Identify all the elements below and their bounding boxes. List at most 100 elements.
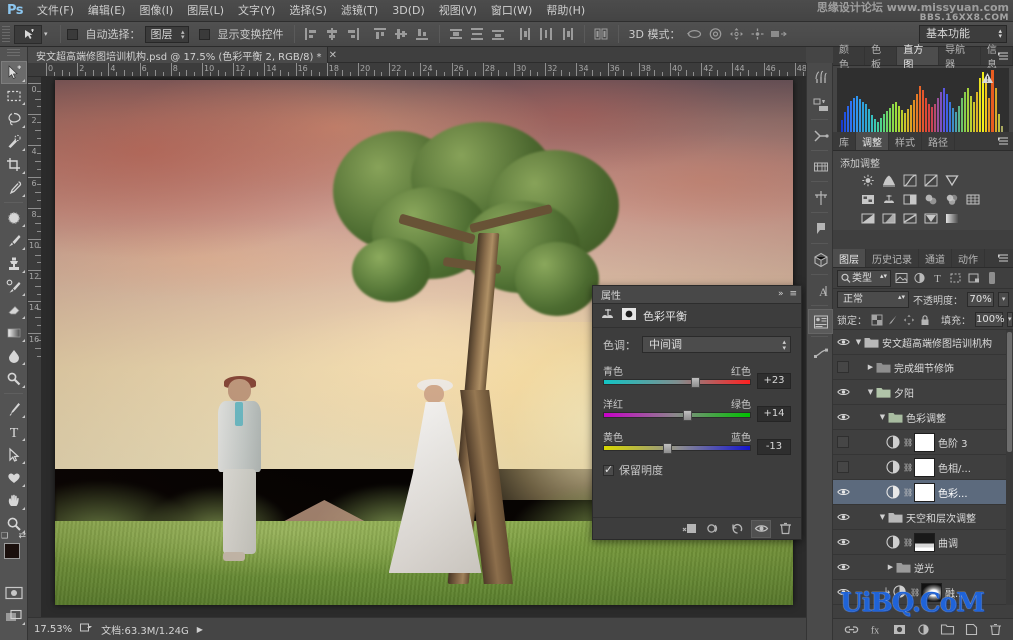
tab-actions[interactable]: 动作	[952, 249, 985, 267]
layer-visibility-toggle[interactable]	[833, 355, 853, 380]
status-menu-arrow-icon[interactable]: ▶	[197, 625, 203, 634]
exposure-icon[interactable]	[922, 173, 939, 188]
history-brush-tool[interactable]	[1, 275, 27, 298]
document-tab[interactable]: 安文超高端修图培训机构.psd @ 17.5% (色彩平衡 2, RGB/8) …	[28, 47, 328, 63]
menu-edit[interactable]: 编辑(E)	[81, 0, 133, 22]
collapse-panel-icon[interactable]: »	[778, 289, 784, 299]
preserve-luminosity-row[interactable]: 保留明度	[603, 462, 791, 478]
new-group-button[interactable]	[939, 622, 955, 638]
blur-tool[interactable]	[1, 344, 27, 367]
black-white-icon[interactable]	[901, 192, 918, 207]
tab-layers[interactable]: 图层	[833, 249, 866, 267]
filter-shape-layers-icon[interactable]	[948, 271, 963, 286]
clip-to-layer-button[interactable]	[679, 520, 699, 538]
gradient-tool[interactable]	[1, 321, 27, 344]
tool-presets-panel-icon[interactable]	[808, 123, 833, 148]
yellow-blue-value[interactable]: -13	[757, 439, 791, 455]
rectangular-marquee-tool[interactable]	[1, 84, 27, 107]
custom-shape-tool[interactable]	[1, 466, 27, 489]
menu-window[interactable]: 窗口(W)	[484, 0, 539, 22]
curves-icon[interactable]	[901, 173, 918, 188]
add-mask-button[interactable]	[891, 622, 907, 638]
lock-position-icon[interactable]	[903, 313, 915, 327]
link-mask-icon[interactable]: ⛓	[903, 488, 912, 497]
table-row[interactable]: ⛓ 色相/...	[833, 455, 1013, 480]
distribute-right-edges-icon[interactable]	[558, 25, 577, 44]
screen-mode-status-icon[interactable]	[80, 622, 93, 636]
table-row[interactable]: ▶ 完成细节修饰	[833, 355, 1013, 380]
menu-type[interactable]: 文字(Y)	[231, 0, 282, 22]
distribute-vertical-centers-icon[interactable]	[468, 25, 487, 44]
link-layers-button[interactable]	[843, 622, 859, 638]
vibrance-icon[interactable]	[943, 173, 960, 188]
timeline-panel-icon[interactable]	[808, 154, 833, 179]
layer-filter-kind-dropdown[interactable]: 类型 ▴▾	[837, 270, 891, 287]
slide-3d-icon[interactable]	[748, 25, 767, 44]
invert-icon[interactable]	[859, 211, 876, 226]
layer-list[interactable]: ▼ 安文超高端修图培训机构 ▶ 完成细节修饰	[833, 330, 1013, 605]
close-icon[interactable]: ✕	[329, 50, 337, 61]
lock-transparent-pixels-icon[interactable]	[871, 313, 883, 327]
clone-stamp-tool[interactable]	[1, 252, 27, 275]
expand-arrow-icon[interactable]: ▼	[877, 513, 888, 521]
properties-panel[interactable]: 属性 » ≡ 色彩平衡 色调： 中间调 ▴▾	[592, 285, 802, 540]
table-row[interactable]: ▼ 夕阳	[833, 380, 1013, 405]
layer-visibility-toggle[interactable]	[833, 455, 853, 480]
tab-libraries[interactable]: 库	[833, 132, 856, 150]
menu-filter[interactable]: 滤镜(T)	[334, 0, 385, 22]
distribute-horizontal-centers-icon[interactable]	[537, 25, 556, 44]
tone-dropdown[interactable]: 中间调 ▴▾	[642, 336, 791, 353]
expand-arrow-icon[interactable]: ▶	[865, 363, 876, 371]
auto-align-layers-icon[interactable]	[592, 25, 611, 44]
distribute-top-edges-icon[interactable]	[447, 25, 466, 44]
3d-panel-icon[interactable]	[808, 247, 833, 272]
auto-select-scope-dropdown[interactable]: 图层 ▴▾	[145, 26, 189, 43]
expand-arrow-icon[interactable]: ▼	[853, 338, 864, 346]
type-tool[interactable]: T	[1, 420, 27, 443]
threshold-icon[interactable]	[901, 211, 918, 226]
opacity-value[interactable]: 70%	[967, 292, 994, 307]
fill-value[interactable]: 100%	[975, 312, 1003, 327]
table-row[interactable]: ⛓ 曲调	[833, 530, 1013, 555]
brightness-contrast-icon[interactable]	[859, 173, 876, 188]
spot-healing-brush-tool[interactable]	[1, 206, 27, 229]
scale-3d-icon[interactable]	[769, 25, 788, 44]
panel-menu-icon[interactable]	[998, 253, 1009, 263]
scrollbar-thumb[interactable]	[1007, 332, 1012, 452]
menu-select[interactable]: 选择(S)	[282, 0, 334, 22]
new-layer-button[interactable]	[963, 622, 979, 638]
brushes-panel-icon[interactable]	[808, 65, 833, 90]
filter-pixel-layers-icon[interactable]	[894, 271, 909, 286]
align-left-edges-icon[interactable]	[302, 25, 321, 44]
options-bar-grip[interactable]	[2, 26, 10, 43]
properties-panel-header[interactable]: 属性 » ≡	[593, 286, 801, 304]
roll-3d-icon[interactable]	[706, 25, 725, 44]
zoom-level[interactable]: 17.53%	[34, 624, 72, 635]
menu-view[interactable]: 视图(V)	[432, 0, 484, 22]
pan-3d-icon[interactable]	[727, 25, 746, 44]
tab-color[interactable]: 颜色	[833, 47, 865, 65]
fill-stepper-arrow[interactable]: ▾	[1007, 312, 1013, 327]
magenta-green-slider-thumb[interactable]	[683, 410, 692, 421]
reset-button[interactable]	[727, 520, 747, 538]
expand-arrow-icon[interactable]: ▼	[877, 413, 888, 421]
eraser-tool[interactable]	[1, 298, 27, 321]
align-top-edges-icon[interactable]	[371, 25, 390, 44]
paths-panel-icon[interactable]	[808, 340, 833, 365]
levels-icon[interactable]	[880, 173, 897, 188]
gradient-map-icon[interactable]	[943, 211, 960, 226]
expand-arrow-icon[interactable]: ▼	[865, 388, 876, 396]
link-mask-icon[interactable]: ⛓	[903, 463, 912, 472]
preserve-luminosity-checkbox[interactable]	[603, 465, 614, 476]
link-mask-icon[interactable]: ⛓	[903, 438, 912, 447]
layer-visibility-toggle[interactable]	[833, 480, 853, 505]
properties-panel-icon[interactable]	[808, 309, 833, 334]
delete-adjustment-button[interactable]	[775, 520, 795, 538]
toggle-visibility-button[interactable]	[751, 520, 771, 538]
toolbar-grip[interactable]	[7, 49, 20, 58]
move-tool[interactable]	[1, 61, 27, 84]
distribute-left-edges-icon[interactable]	[516, 25, 535, 44]
table-row[interactable]: ⛓ 色彩...	[833, 480, 1013, 505]
layer-list-scrollbar[interactable]	[1006, 330, 1013, 605]
tool-preset-picker[interactable]	[14, 25, 42, 44]
